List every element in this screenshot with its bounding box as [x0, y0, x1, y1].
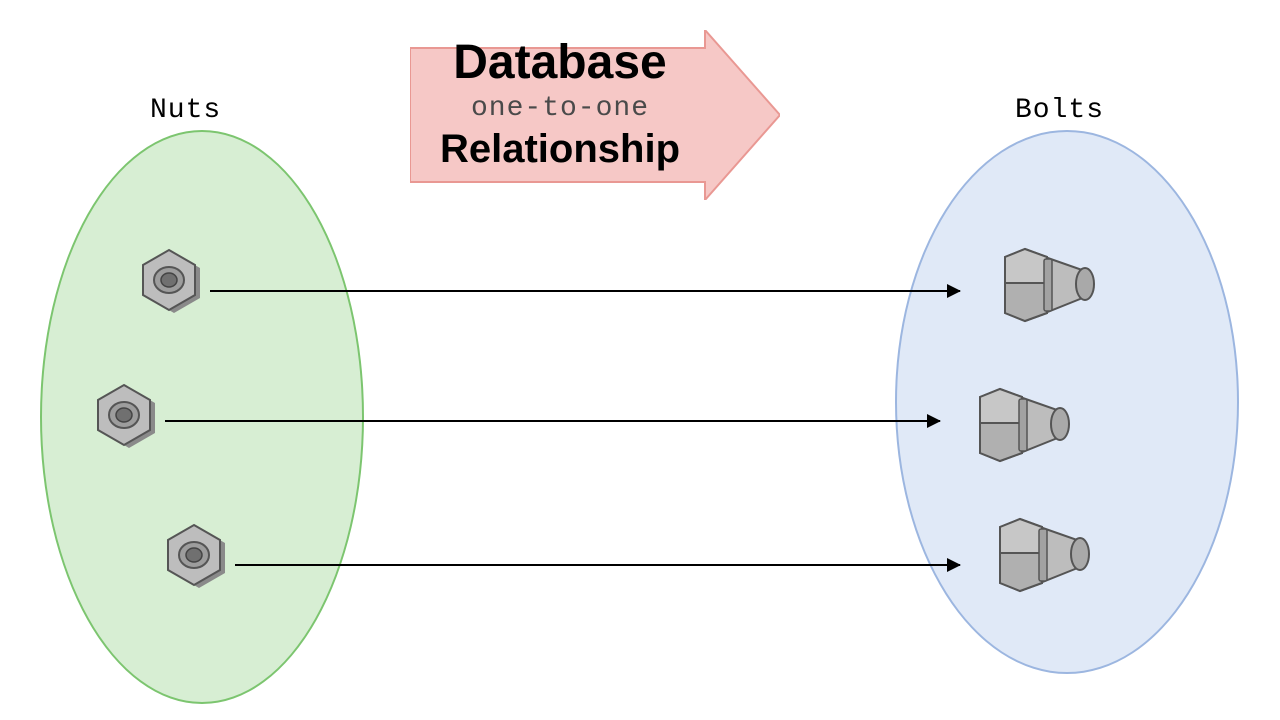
bolt-icon: [990, 235, 1100, 340]
nut-icon: [155, 520, 233, 603]
right-set-label: Bolts: [1015, 95, 1104, 126]
title-line1: Database: [410, 38, 710, 88]
left-set-label: Nuts: [150, 95, 221, 126]
bolt-icon: [985, 505, 1095, 610]
diagram-canvas: Nuts Bolts Database one-to-one Relations…: [0, 0, 1280, 720]
nut-icon: [85, 380, 163, 463]
bolt-icon: [965, 375, 1075, 480]
relationship-arrow: [210, 290, 960, 292]
relationship-arrow: [165, 420, 940, 422]
title-arrow: Database one-to-one Relationship: [410, 30, 780, 200]
nut-icon: [130, 245, 208, 328]
relationship-arrow: [235, 564, 960, 566]
title-line2: one-to-one: [410, 94, 710, 123]
title-line3: Relationship: [410, 128, 710, 170]
